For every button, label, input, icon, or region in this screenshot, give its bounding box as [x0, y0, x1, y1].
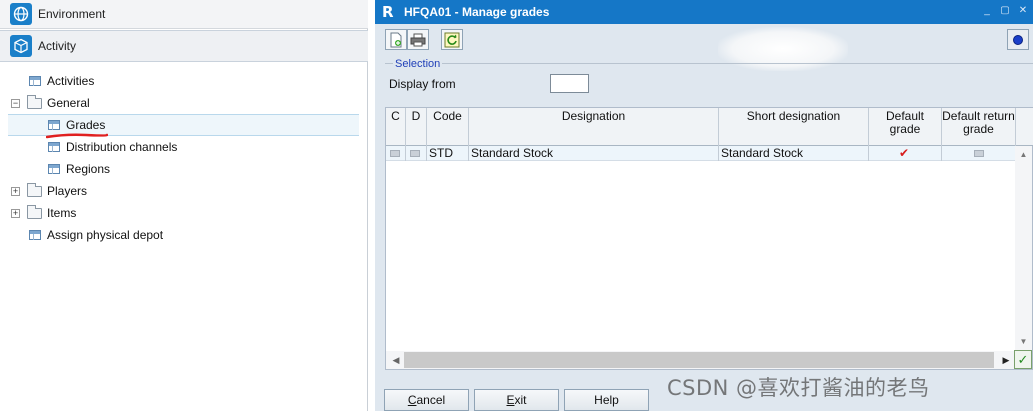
column-header-short-designation[interactable]: Short designation	[719, 108, 869, 146]
exit-accelerator: E	[506, 393, 515, 407]
tree-item-label: Items	[47, 206, 77, 220]
environment-label: Environment	[38, 7, 106, 21]
window-controls: _ ▢ ✕	[981, 4, 1029, 18]
activity-header[interactable]: Activity	[0, 30, 368, 62]
checkbox-c[interactable]	[390, 150, 400, 157]
collapse-expander[interactable]: −	[11, 98, 20, 108]
tree-item-label: Grades	[66, 118, 106, 132]
tree-item-regions[interactable]: Regions	[0, 158, 368, 180]
app-logo-icon: R	[382, 3, 394, 21]
table-icon	[29, 76, 41, 86]
maximize-icon[interactable]: ▢	[999, 4, 1011, 18]
column-header-code[interactable]: Code	[427, 108, 469, 146]
help-icon-button[interactable]	[1007, 29, 1029, 50]
scroll-down-icon[interactable]: ▼	[1015, 335, 1032, 349]
exit-button[interactable]: Exit	[474, 389, 559, 411]
scroll-up-icon[interactable]: ▲	[1015, 148, 1032, 162]
tree-item-label: Regions	[66, 162, 111, 176]
cell-default-grade[interactable]: ✔	[869, 146, 942, 161]
checkbox-d[interactable]	[410, 150, 420, 157]
folder-icon	[27, 182, 42, 197]
checkbox-default-return-grade[interactable]	[974, 150, 984, 157]
tree-item-assign-physical-depot[interactable]: Assign physical depot	[0, 224, 368, 246]
selection-group: Selection Display from	[385, 58, 1033, 103]
environment-header[interactable]: Environment	[0, 0, 368, 29]
globe-icon	[10, 3, 32, 25]
minimize-icon[interactable]: _	[981, 4, 993, 18]
table-row[interactable]: STD Standard Stock Standard Stock ✔	[386, 146, 1016, 161]
tree-item-label: Players	[47, 184, 88, 198]
horizontal-scrollbar[interactable]: ◀ ▶	[386, 351, 1016, 369]
vertical-scrollbar[interactable]: ▲ ▼	[1015, 146, 1032, 351]
tree-item-label: Activities	[47, 74, 95, 88]
scroll-right-icon[interactable]: ▶	[998, 351, 1014, 369]
cell-designation[interactable]: Standard Stock	[469, 146, 719, 161]
cube-icon	[10, 35, 32, 57]
close-icon[interactable]: ✕	[1017, 4, 1029, 18]
column-header-default-grade[interactable]: Default grade	[869, 108, 942, 146]
tree-item-distribution-channels[interactable]: Distribution channels	[0, 136, 368, 158]
tree-item-activities[interactable]: Activities	[0, 70, 368, 92]
column-header-c[interactable]: C	[386, 108, 406, 146]
column-header-default-return-grade[interactable]: Default return grade	[942, 108, 1016, 146]
column-header-designation[interactable]: Designation	[469, 108, 719, 146]
scroll-thumb[interactable]	[404, 352, 994, 368]
cell-d[interactable]	[406, 146, 427, 161]
table-icon	[48, 120, 60, 130]
table-icon	[29, 230, 41, 240]
activity-label: Activity	[38, 39, 77, 53]
window-titlebar[interactable]: R HFQA01 - Manage grades _ ▢ ✕	[375, 0, 1033, 24]
window-toolbar	[383, 27, 1029, 71]
cancel-button[interactable]: Cancel	[384, 389, 469, 411]
folder-icon	[27, 94, 42, 109]
exit-label: xit	[514, 393, 527, 407]
grid-header: C D Code Designation Short designation D…	[386, 108, 1033, 146]
watermark-text: CSDN @喜欢打酱油的老鸟	[667, 376, 930, 400]
refresh-icon	[444, 32, 460, 47]
table-icon	[48, 142, 60, 152]
screen: Environment Activity Activities − Genera…	[0, 0, 1033, 411]
cell-short-designation[interactable]: Standard Stock	[719, 146, 869, 161]
tree-item-label: Distribution channels	[66, 140, 178, 154]
display-from-input[interactable]	[550, 74, 589, 93]
table-icon	[48, 164, 60, 174]
red-underline-annotation	[46, 133, 108, 139]
expand-expander[interactable]: +	[11, 186, 20, 196]
tree-folder-items[interactable]: + Items	[0, 202, 368, 224]
left-navigation-pane: Environment Activity Activities − Genera…	[0, 0, 368, 411]
help-button[interactable]: Help	[564, 389, 649, 411]
tree-item-label: General	[47, 96, 90, 110]
cell-code[interactable]: STD	[427, 146, 469, 161]
display-from-label: Display from	[389, 77, 456, 91]
default-grade-checked-icon[interactable]: ✔	[899, 147, 909, 159]
print-icon	[410, 33, 426, 46]
grades-grid: C D Code Designation Short designation D…	[385, 107, 1033, 370]
manage-grades-window: R HFQA01 - Manage grades _ ▢ ✕ Selection…	[375, 0, 1033, 411]
refresh-button[interactable]	[441, 29, 463, 50]
cell-default-return-grade[interactable]	[942, 146, 1016, 161]
expand-expander[interactable]: +	[11, 208, 20, 218]
tree-folder-general[interactable]: − General	[0, 92, 368, 114]
help-icon	[1013, 34, 1023, 45]
new-button[interactable]	[385, 29, 407, 50]
column-header-d[interactable]: D	[406, 108, 427, 146]
window-title: HFQA01 - Manage grades	[404, 5, 550, 19]
cell-c[interactable]	[386, 146, 406, 161]
tree-folder-players[interactable]: + Players	[0, 180, 368, 202]
new-icon	[390, 32, 402, 47]
print-button[interactable]	[407, 29, 429, 50]
selection-legend: Selection	[393, 58, 443, 70]
tree-item-label: Assign physical depot	[47, 228, 164, 242]
validate-checkmark-button[interactable]: ✓	[1014, 350, 1032, 369]
cancel-label: ancel	[416, 393, 446, 407]
activity-tree: Activities − General Grades Distribution…	[0, 70, 368, 246]
scroll-left-icon[interactable]: ◀	[388, 351, 404, 369]
folder-icon	[27, 204, 42, 219]
